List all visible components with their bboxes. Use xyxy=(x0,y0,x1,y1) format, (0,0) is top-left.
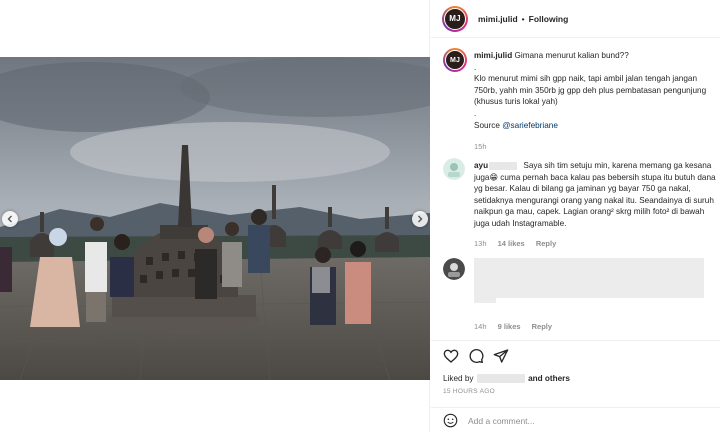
liked-by-prefix: Liked by xyxy=(443,374,474,383)
caption-source-label: Source xyxy=(474,120,500,130)
caption-body-text: Klo menurut mimi sih gpp naik, tapi ambi… xyxy=(474,74,707,107)
comment-likes[interactable]: 14 likes xyxy=(498,239,525,248)
comments-thread[interactable]: MJ mimi.julid Gimana menurut kalian bund… xyxy=(431,42,720,340)
redacted-liker xyxy=(476,374,525,384)
caption-username[interactable]: mimi.julid xyxy=(474,51,512,60)
liked-by-line: Liked by and others xyxy=(443,374,570,384)
paper-plane-icon[interactable] xyxy=(493,348,509,364)
commenter-avatar[interactable] xyxy=(443,258,465,280)
comment-timestamp[interactable]: 14h xyxy=(474,322,487,331)
heart-icon[interactable] xyxy=(443,348,459,364)
add-comment-input[interactable]: Add a comment... xyxy=(468,416,535,426)
post-header: MJ mimi.julid • Following xyxy=(431,0,720,38)
caption-body: mimi.julid Gimana menurut kalian bund?? … xyxy=(474,50,719,153)
media-pane xyxy=(0,0,430,432)
comment-timestamp[interactable]: 13h xyxy=(474,239,487,248)
caption-timestamp[interactable]: 15h xyxy=(474,142,487,151)
reply-button[interactable]: Reply xyxy=(532,322,552,331)
previous-image-button[interactable] xyxy=(2,211,18,227)
source-mention-link[interactable]: @sariefebriane xyxy=(502,121,558,130)
borobudur-photo xyxy=(0,57,430,380)
caption-lead: Gimana menurut kalian bund?? xyxy=(514,51,629,60)
redacted-username xyxy=(489,161,518,170)
action-bar: Liked by and others 15 HOURS AGO Add a c… xyxy=(431,340,720,432)
smiley-icon[interactable] xyxy=(443,413,458,428)
post-side-panel: MJ mimi.julid • Following MJ mimi.julid … xyxy=(431,0,720,432)
chevron-left-icon xyxy=(7,215,12,223)
comment-username[interactable]: ayu xyxy=(474,161,488,170)
comment-icon[interactable] xyxy=(468,348,484,364)
post-author-username[interactable]: mimi.julid xyxy=(478,14,518,24)
separator-dot: • xyxy=(521,13,525,24)
avatar[interactable]: MJ xyxy=(442,5,468,32)
comment-text: Saya sih tim setuju min, karena memang g… xyxy=(474,161,716,228)
comment-body: ayu Saya sih tim setuju min, karena mema… xyxy=(474,160,719,249)
redacted-comment-text xyxy=(474,258,704,298)
avatar-initials: MJ xyxy=(444,7,466,30)
post-photo[interactable] xyxy=(0,57,430,380)
caption-avatar[interactable]: MJ xyxy=(443,48,467,72)
add-comment-bar: Add a comment... xyxy=(431,407,720,432)
liked-by-others-link[interactable]: and others xyxy=(528,374,570,383)
caption-dot: . xyxy=(474,108,477,118)
commenter-avatar[interactable] xyxy=(443,158,465,180)
caption-dot: . xyxy=(474,62,477,72)
caption-avatar-initials: MJ xyxy=(445,50,465,70)
reply-button[interactable]: Reply xyxy=(536,239,556,248)
redacted-comment-text xyxy=(474,298,496,303)
comment-likes[interactable]: 9 likes xyxy=(498,322,521,331)
following-button[interactable]: Following xyxy=(529,14,569,24)
chevron-right-icon xyxy=(418,215,423,223)
next-image-button[interactable] xyxy=(412,211,428,227)
post-time-ago[interactable]: 15 HOURS AGO xyxy=(443,388,495,395)
